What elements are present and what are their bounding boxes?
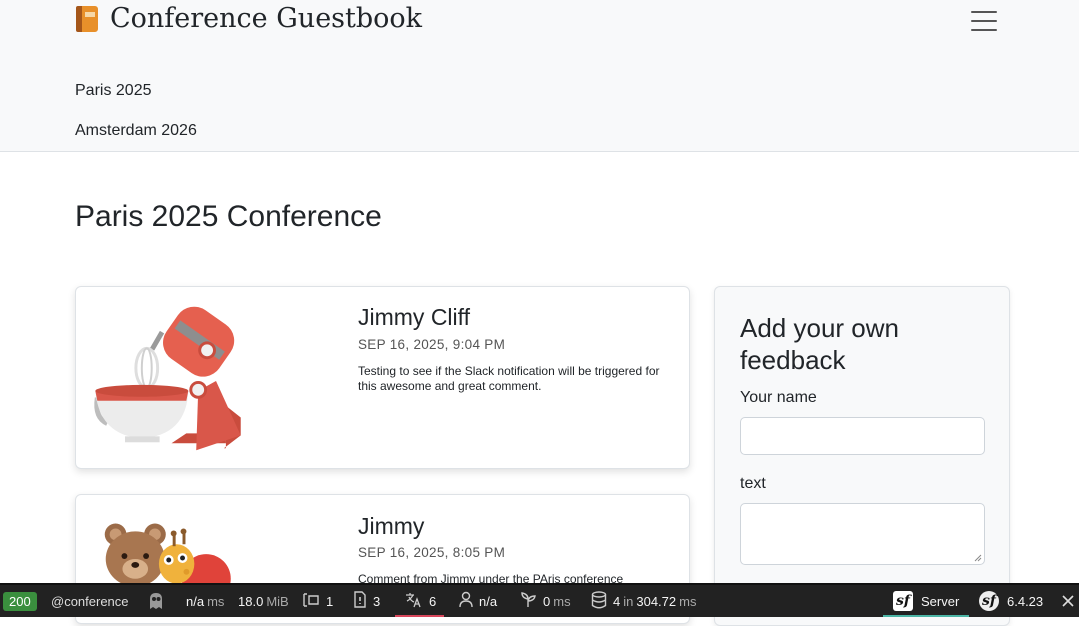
nav-link-amsterdam-2026[interactable]: Amsterdam 2026 [75,122,197,140]
events-icon [519,591,537,611]
events-item[interactable]: 0 ms [519,585,571,617]
comment-text: Testing to see if the Slack notification… [358,364,660,393]
status-item[interactable]: 200 [3,585,37,617]
events-value: 0 [543,593,551,609]
stand-mixer-illustration [94,306,241,451]
comment-card: Jimmy Cliff SEP 16, 2025, 9:04 PM Testin… [75,286,690,469]
version-item[interactable]: sf 6.4.23 [979,585,1043,617]
forms-icon [302,592,320,611]
page-title: Paris 2025 Conference [75,200,382,233]
db-unit: ms [679,593,697,609]
brand-title: Conference Guestbook [110,3,423,34]
time-value: n/a [186,593,205,609]
db-time: 304.72 [636,593,677,609]
navbar: Conference Guestbook Paris 2025 Amsterda… [0,0,1079,152]
book-icon [75,5,99,33]
comment-date: SEP 16, 2025, 8:05 PM [358,545,506,560]
ghost-icon [150,593,162,609]
symfony-version: 6.4.23 [1007,593,1044,609]
database-item[interactable]: 4 in 304.72 ms [591,585,696,617]
resize-grip-icon[interactable] [974,554,982,562]
validator-icon [353,591,367,611]
user-item[interactable]: n/a [459,585,497,617]
memory-value: 18.0 [238,593,264,609]
route-name: @conference [51,593,129,609]
user-value: n/a [479,593,498,609]
name-label: Your name [740,389,817,406]
validator-count: 3 [373,593,381,609]
ghost-icon[interactable] [147,585,165,617]
forms-count: 1 [326,593,334,609]
forms-item[interactable]: 1 [302,585,333,617]
close-icon[interactable] [1060,593,1076,609]
status-badge: 200 [3,591,37,611]
server-label: Server [921,593,960,609]
time-unit: ms [207,593,225,609]
brand-link[interactable]: Conference Guestbook [75,3,422,34]
memory-unit: MiB [266,593,289,609]
hamburger-icon[interactable] [971,10,997,32]
comment-author: Jimmy [358,513,425,539]
db-queries: 4 [613,593,621,609]
translation-count: 6 [429,593,437,609]
database-icon [591,590,607,612]
form-title: Add your own feedback [740,313,899,375]
text-textarea[interactable] [740,503,985,565]
validator-item[interactable]: 3 [353,585,380,617]
server-item[interactable]: sf Server [882,585,970,617]
comment-date: SEP 16, 2025, 9:04 PM [358,337,506,352]
route-item[interactable]: @conference [51,585,129,617]
comment-author: Jimmy Cliff [358,304,471,330]
user-icon [459,591,473,611]
nav-link-paris-2025[interactable]: Paris 2025 [75,82,152,100]
memory-item[interactable]: 18.0 MiB [238,585,289,617]
db-in: in [623,593,634,609]
symfony-icon: sf [893,591,913,611]
translation-icon [405,592,423,611]
debug-toolbar: 200 @conference n/a ms 18.0 MiB 1 3 6 n/… [0,583,1079,617]
symfony-icon: sf [979,591,999,611]
translation-item[interactable]: 6 [394,585,445,617]
feedback-form: Add your own feedback Your name text [714,286,1010,626]
name-input[interactable] [740,417,985,455]
time-item[interactable]: n/a ms [186,585,224,617]
text-label: text [740,475,766,492]
events-unit: ms [553,593,571,609]
